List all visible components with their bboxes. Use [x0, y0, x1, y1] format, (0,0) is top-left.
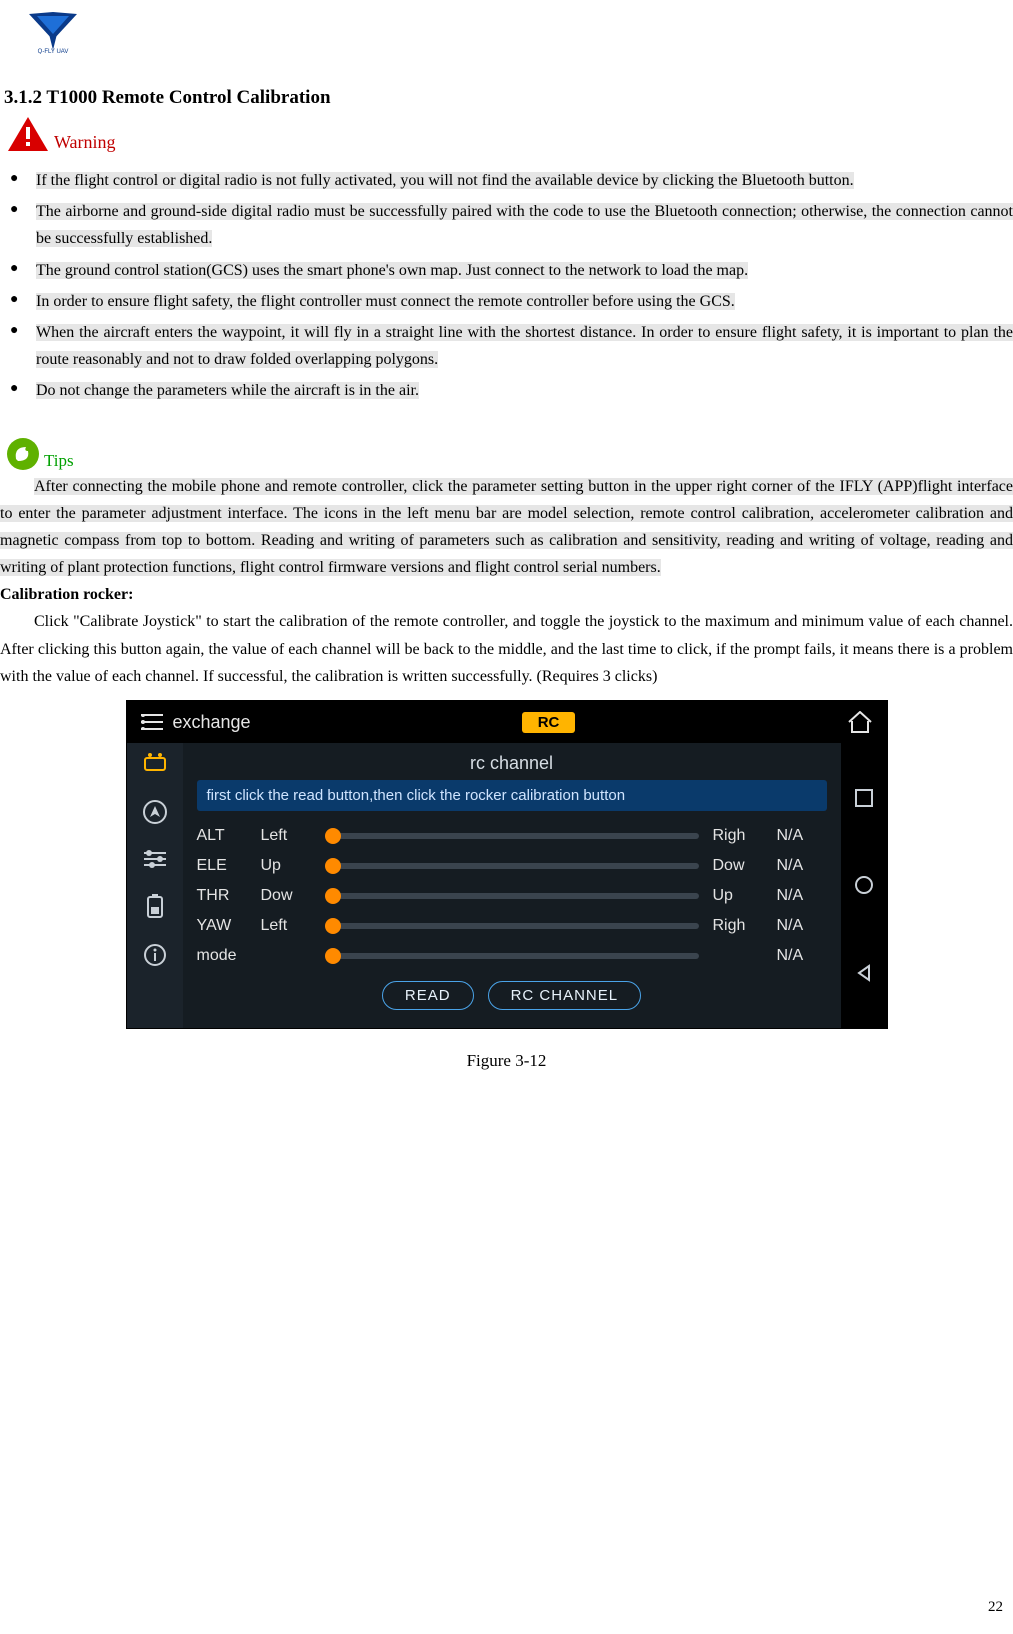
channel-slider[interactable]: [325, 863, 699, 869]
nav-recent-icon[interactable]: [855, 789, 873, 807]
channel-slider[interactable]: [325, 953, 699, 959]
battery-icon[interactable]: [144, 893, 166, 919]
read-button[interactable]: READ: [382, 981, 474, 1010]
channel-row: mode N/A: [197, 941, 827, 971]
channel-row: YAW Left Righ N/A: [197, 911, 827, 941]
channel-row: THR Dow Up N/A: [197, 881, 827, 911]
menu-icon[interactable]: [141, 714, 163, 730]
hint-bar: first click the read button,then click t…: [197, 780, 827, 811]
channel-name: ELE: [197, 857, 247, 875]
channel-na: N/A: [777, 857, 827, 875]
android-nav: [841, 743, 887, 1028]
info-icon[interactable]: [143, 943, 167, 967]
channel-name: YAW: [197, 917, 247, 935]
channel-right: Righ: [713, 827, 763, 845]
channel-na: N/A: [777, 917, 827, 935]
svg-text:Q-FLY UAV: Q-FLY UAV: [38, 49, 69, 54]
channel-slider[interactable]: [325, 923, 699, 929]
tune-icon[interactable]: [142, 849, 168, 869]
rc-badge: RC: [522, 712, 576, 733]
channel-dir: Up: [261, 857, 311, 875]
rc-channel-button[interactable]: RC CHANNEL: [488, 981, 642, 1010]
figure-caption: Figure 3-12: [0, 1029, 1013, 1071]
nav-home-icon[interactable]: [854, 875, 874, 895]
channel-slider[interactable]: [325, 833, 699, 839]
calibration-paragraph: Click "Calibrate Joystick" to start the …: [0, 608, 1013, 690]
channel-name: mode: [197, 947, 247, 965]
channel-na: N/A: [777, 887, 827, 905]
home-icon[interactable]: [847, 711, 873, 733]
channel-dir: Dow: [261, 887, 311, 905]
topbar-exchange-label[interactable]: exchange: [173, 712, 251, 733]
warning-item: In order to ensure flight safety, the fl…: [0, 288, 1013, 319]
channel-na: N/A: [777, 947, 827, 965]
page-number: 22: [988, 1599, 1003, 1616]
warning-list: If the flight control or digital radio i…: [0, 161, 1013, 409]
channel-right: Dow: [713, 857, 763, 875]
channel-name: ALT: [197, 827, 247, 845]
warning-icon: [6, 115, 50, 153]
warning-item: Do not change the parameters while the a…: [0, 377, 1013, 408]
app-screenshot: exchange RC: [126, 700, 888, 1029]
channel-row: ALT Left Righ N/A: [197, 821, 827, 851]
channel-slider[interactable]: [325, 893, 699, 899]
section-heading: 3.1.2 T1000 Remote Control Calibration: [0, 69, 1013, 113]
channel-right: Up: [713, 887, 763, 905]
panel-title: rc channel: [197, 751, 827, 780]
calibration-heading: Calibration rocker:: [0, 581, 1013, 608]
tips-label: Tips: [44, 451, 74, 471]
warning-item: The airborne and ground-side digital rad…: [0, 198, 1013, 256]
channel-right: Righ: [713, 917, 763, 935]
compass-icon[interactable]: [142, 799, 168, 825]
channel-name: THR: [197, 887, 247, 905]
channel-dir: Left: [261, 827, 311, 845]
brand-logo: Q-FLY UAV: [0, 10, 1013, 69]
tips-paragraph: After connecting the mobile phone and re…: [0, 473, 1013, 582]
channel-row: ELE Up Dow N/A: [197, 851, 827, 881]
warning-label: Warning: [54, 132, 116, 153]
nav-back-icon[interactable]: [855, 964, 873, 982]
channel-dir: Left: [261, 917, 311, 935]
channel-na: N/A: [777, 827, 827, 845]
warning-item: If the flight control or digital radio i…: [0, 167, 1013, 198]
sidebar: [127, 743, 183, 1028]
qfly-logo-icon: Q-FLY UAV: [25, 10, 81, 54]
tips-icon: [6, 437, 40, 471]
warning-item: The ground control station(GCS) uses the…: [0, 257, 1013, 288]
warning-item: When the aircraft enters the waypoint, i…: [0, 319, 1013, 377]
model-icon[interactable]: [142, 753, 168, 775]
